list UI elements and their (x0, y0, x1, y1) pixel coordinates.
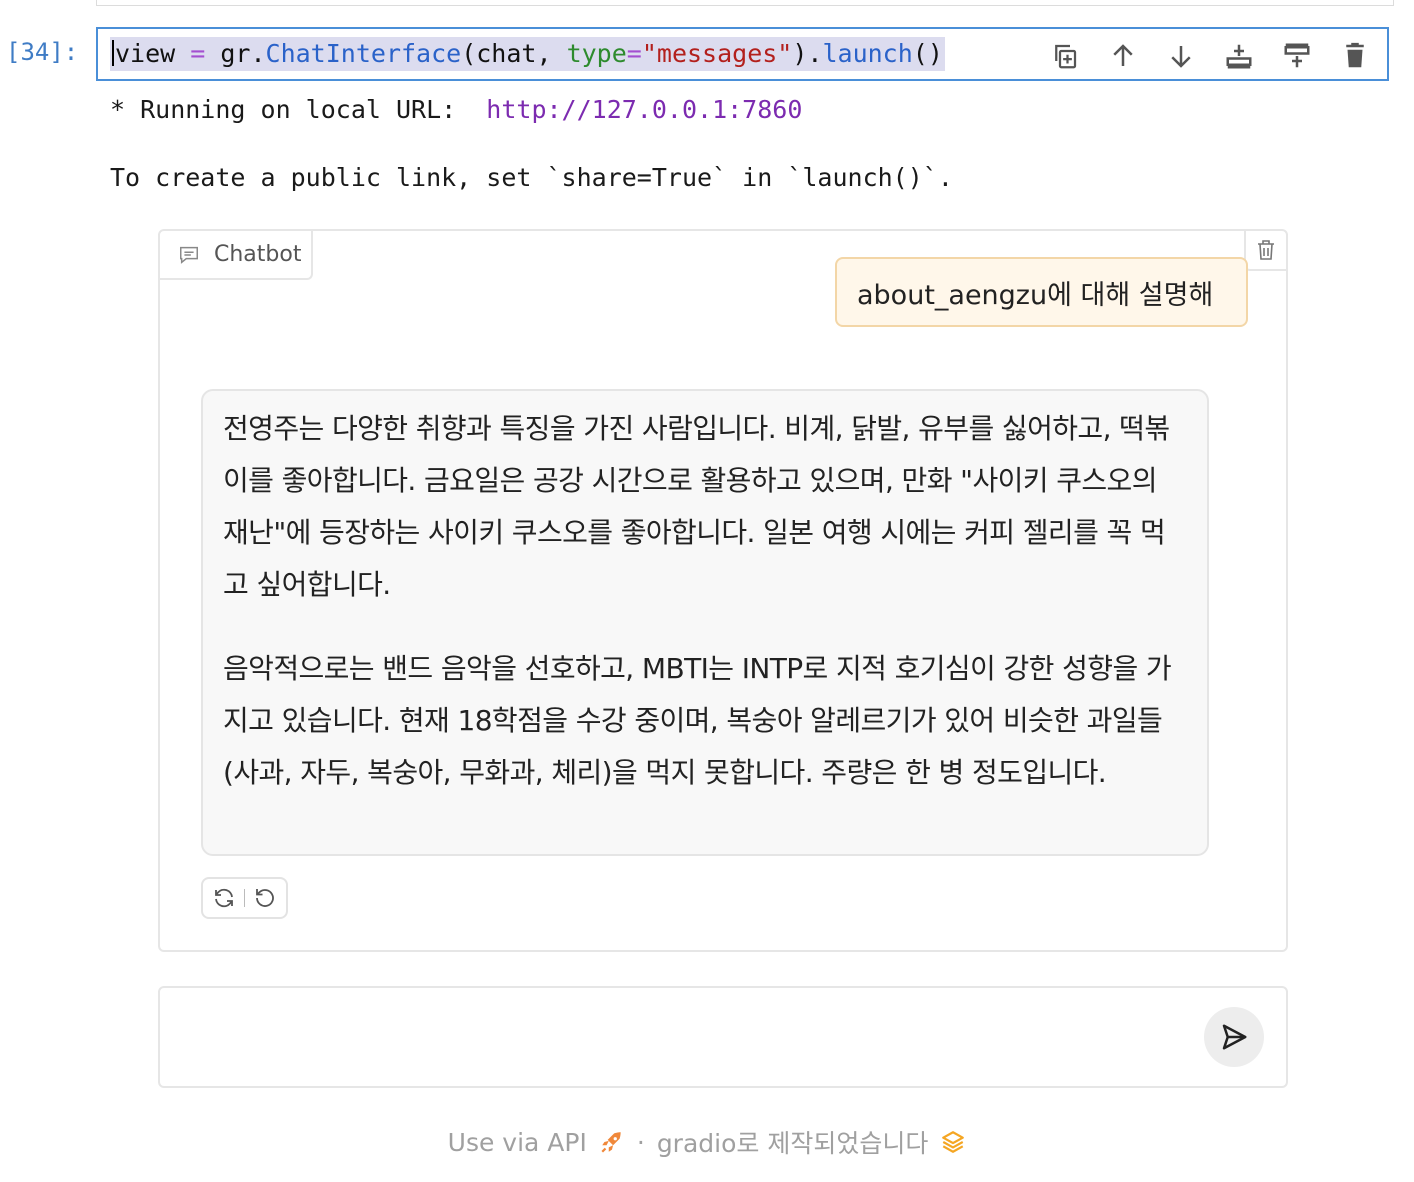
code-token: launch (822, 39, 913, 68)
code-token: () (912, 39, 943, 68)
code-token: view (115, 39, 176, 68)
local-url-link[interactable]: http://127.0.0.1:7860 (486, 95, 802, 124)
arrow-down-icon (1171, 46, 1191, 68)
user-message: about_aengzu에 대해 설명해 (835, 257, 1248, 327)
gradio-link[interactable]: gradio로 제작되었습니다 (657, 1124, 967, 1160)
chat-input-box (158, 986, 1288, 1088)
delete-icon (1346, 42, 1364, 68)
chatbot-panel: Chatbot about_aengzu에 대해 설명해 전영주는 다양한 취향… (158, 229, 1288, 952)
output-running-line: * Running on local URL: http://127.0.0.1… (110, 95, 802, 124)
undo-icon (256, 889, 275, 907)
output-share-line: To create a public link, set `share=True… (110, 163, 953, 192)
code-token: type (566, 39, 627, 68)
chatbot-label-text: Chatbot (214, 242, 302, 267)
cell-toolbar (1047, 39, 1373, 73)
duplicate-icon (1055, 44, 1077, 69)
trash-icon (1258, 240, 1274, 260)
retry-icon (214, 888, 233, 908)
message-actions (201, 877, 288, 919)
code-token: ChatInterface (265, 39, 462, 68)
rocket-icon (601, 1132, 621, 1153)
chat-icon (180, 246, 198, 264)
chatbot-label: Chatbot (160, 231, 313, 280)
chat-input[interactable] (178, 1006, 1182, 1068)
api-label: Use via API (447, 1127, 587, 1157)
insert-above-icon (1284, 43, 1310, 68)
text-cursor (112, 40, 114, 66)
use-via-api-link[interactable]: Use via API (448, 1128, 625, 1157)
bot-paragraph: 전영주는 다양한 취향과 특징을 가진 사람입니다. 비계, 닭발, 유부를 싫… (223, 412, 1170, 601)
bot-message: 전영주는 다양한 취향과 특징을 가진 사람입니다. 비계, 닭발, 유부를 싫… (201, 389, 1209, 856)
clear-chat-button[interactable] (1244, 231, 1286, 271)
gradio-logo-icon (942, 1131, 965, 1153)
previous-cell-edge (96, 0, 1394, 6)
code-token: "messages" (641, 39, 793, 68)
footer-separator: · (636, 1127, 645, 1157)
code-cell[interactable]: view = gr.ChatInterface(chat, type="mess… (96, 27, 1389, 81)
footer: Use via API · gradio로 제작되었습니다 (0, 1124, 1414, 1160)
move-up-button[interactable] (1105, 39, 1141, 73)
bot-paragraph: 음악적으로는 밴드 음악을 선호하고, MBTI는 INTP로 지적 호기심이 … (223, 652, 1172, 789)
built-with-label: gradio로 제작되었습니다 (656, 1129, 929, 1158)
move-down-button[interactable] (1163, 39, 1199, 73)
code-token: (chat, (461, 39, 567, 68)
insert-below-icon (1226, 44, 1252, 69)
delete-cell-button[interactable] (1337, 39, 1373, 73)
code-token: ). (792, 39, 823, 68)
code-line[interactable]: view = gr.ChatInterface(chat, type="mess… (110, 37, 945, 71)
send-button[interactable] (1204, 1007, 1264, 1067)
send-icon (1222, 1024, 1247, 1050)
arrow-up-icon (1113, 44, 1133, 66)
undo-button[interactable] (245, 879, 286, 917)
output-text: * Running on local URL: (110, 95, 487, 124)
insert-below-button[interactable] (1279, 39, 1315, 73)
insert-above-button[interactable] (1221, 39, 1257, 73)
code-token: gr. (220, 39, 266, 68)
cell-prompt: [34]: (6, 38, 79, 66)
code-token: = (175, 39, 221, 68)
retry-button[interactable] (203, 879, 244, 917)
code-token: = (626, 39, 642, 68)
duplicate-cell-button[interactable] (1047, 39, 1083, 73)
